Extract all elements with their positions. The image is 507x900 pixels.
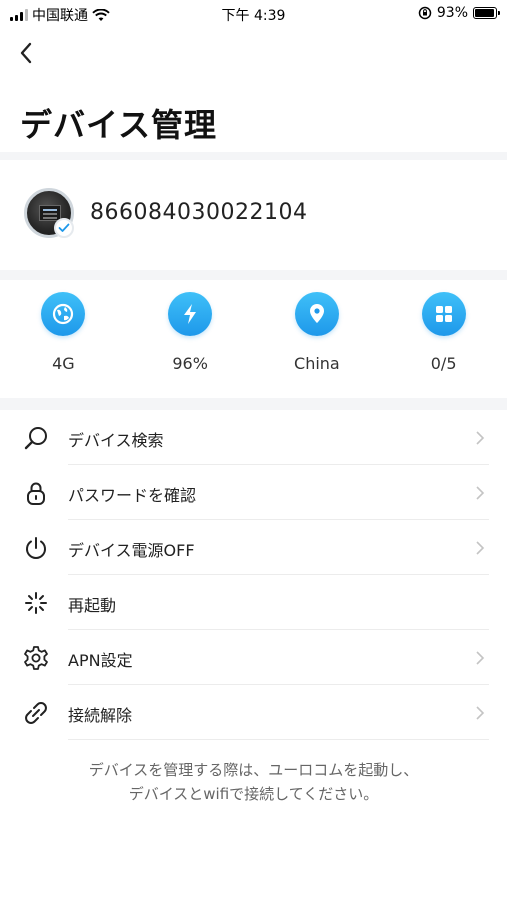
gear-icon bbox=[22, 644, 50, 672]
battery-fill bbox=[475, 9, 494, 17]
menu-item-disconnect[interactable]: 接続解除 bbox=[0, 685, 507, 740]
chevron-right-icon bbox=[476, 486, 485, 500]
verified-badge-icon bbox=[54, 218, 74, 238]
menu-item-apn-settings[interactable]: APN設定 bbox=[0, 630, 507, 685]
page-title: デバイス管理 bbox=[20, 106, 218, 144]
power-icon bbox=[22, 534, 50, 562]
stat-battery: 96% bbox=[127, 280, 254, 398]
restart-icon bbox=[22, 589, 50, 617]
stat-network: 4G bbox=[0, 280, 127, 398]
menu-item-label: デバイス電源OFF bbox=[68, 541, 195, 560]
chevron-right-icon bbox=[476, 541, 485, 555]
location-pin-icon bbox=[294, 292, 339, 336]
menu-item-label: パスワードを確認 bbox=[68, 486, 197, 505]
orientation-lock-icon bbox=[418, 6, 432, 20]
footer-note-line2: デバイスとwifiで接続してください。 bbox=[128, 785, 379, 803]
stat-connections-label: 0/5 bbox=[430, 354, 457, 373]
menu-item-power-off[interactable]: デバイス電源OFF bbox=[0, 520, 507, 575]
battery-percent: 93% bbox=[436, 5, 468, 21]
chevron-right-icon bbox=[476, 706, 485, 720]
footer-note-line1: デバイスを管理する際は、ユーロコムを起動し、 bbox=[88, 761, 419, 779]
back-button[interactable] bbox=[12, 38, 40, 68]
device-row[interactable]: 866084030022104 bbox=[0, 160, 507, 272]
grid-icon bbox=[421, 292, 466, 336]
status-bar: 中国联通 下午 4:39 93% bbox=[0, 0, 507, 28]
device-id: 866084030022104 bbox=[90, 200, 308, 225]
menu-item-label: 再起動 bbox=[68, 596, 117, 615]
stat-network-label: 4G bbox=[52, 354, 75, 373]
chevron-right-icon bbox=[476, 431, 485, 445]
menu-item-restart[interactable]: 再起動 bbox=[0, 575, 507, 630]
globe-icon bbox=[41, 292, 86, 336]
section-divider bbox=[0, 152, 507, 160]
settings-menu: デバイス検索 パスワードを確認 デバイス電源OFF 再起動 APN設定 接続解除 bbox=[0, 410, 507, 740]
menu-item-view-password[interactable]: パスワードを確認 bbox=[0, 465, 507, 520]
stat-location: China bbox=[254, 280, 381, 398]
section-divider bbox=[0, 270, 507, 280]
menu-item-label: APN設定 bbox=[68, 651, 133, 670]
status-right: 93% bbox=[418, 5, 500, 21]
stat-location-label: China bbox=[294, 354, 340, 373]
chevron-right-icon bbox=[476, 651, 485, 665]
chevron-left-icon bbox=[20, 42, 32, 64]
footer-note: デバイスを管理する際は、ユーロコムを起動し、 デバイスとwifiで接続してくださ… bbox=[40, 758, 467, 806]
stat-connections: 0/5 bbox=[380, 280, 507, 398]
battery-icon bbox=[473, 7, 500, 19]
unlink-icon bbox=[22, 699, 50, 727]
menu-item-label: デバイス検索 bbox=[68, 431, 164, 450]
stats-row: 4G 96% China 0/5 bbox=[0, 280, 507, 398]
stat-battery-label: 96% bbox=[172, 354, 208, 373]
search-icon bbox=[22, 424, 50, 452]
menu-item-device-search[interactable]: デバイス検索 bbox=[0, 410, 507, 465]
menu-item-label: 接続解除 bbox=[68, 706, 133, 725]
section-divider bbox=[0, 398, 507, 410]
lock-icon bbox=[22, 479, 50, 507]
lightning-icon bbox=[168, 292, 213, 336]
